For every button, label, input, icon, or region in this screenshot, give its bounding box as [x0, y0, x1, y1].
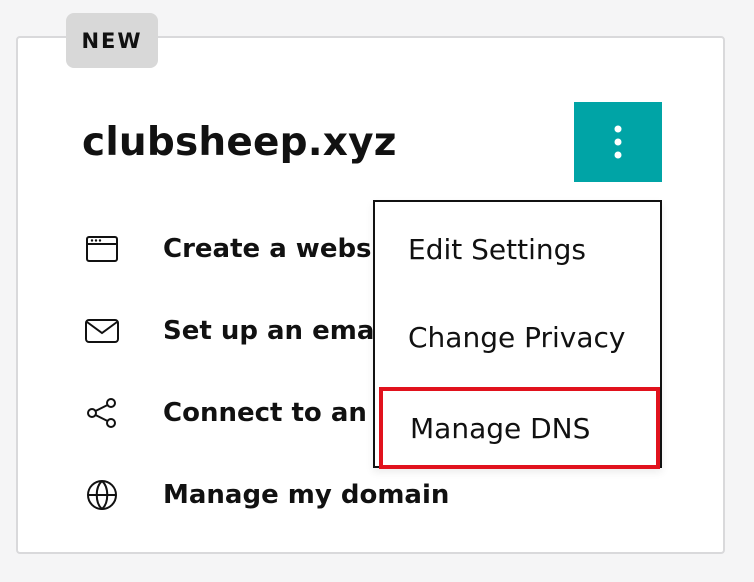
vertical-ellipsis-icon [614, 125, 622, 159]
globe-icon [84, 477, 120, 513]
manage-dns-menu-item[interactable]: Manage DNS [379, 387, 660, 469]
action-label: Manage my domain [163, 480, 450, 510]
browser-window-icon [84, 231, 120, 267]
manage-domain-action[interactable]: Manage my domain [84, 468, 464, 522]
envelope-icon [84, 313, 120, 349]
new-badge: NEW [66, 13, 158, 68]
domain-name: clubsheep.xyz [82, 120, 397, 165]
domain-options-menu: Edit Settings Change Privacy Manage DNS [373, 200, 662, 469]
edit-settings-menu-item[interactable]: Edit Settings [375, 208, 660, 290]
more-options-button[interactable] [574, 102, 662, 182]
action-label: Set up an email [163, 316, 393, 346]
share-nodes-icon [84, 395, 120, 431]
change-privacy-menu-item[interactable]: Change Privacy [375, 296, 660, 378]
